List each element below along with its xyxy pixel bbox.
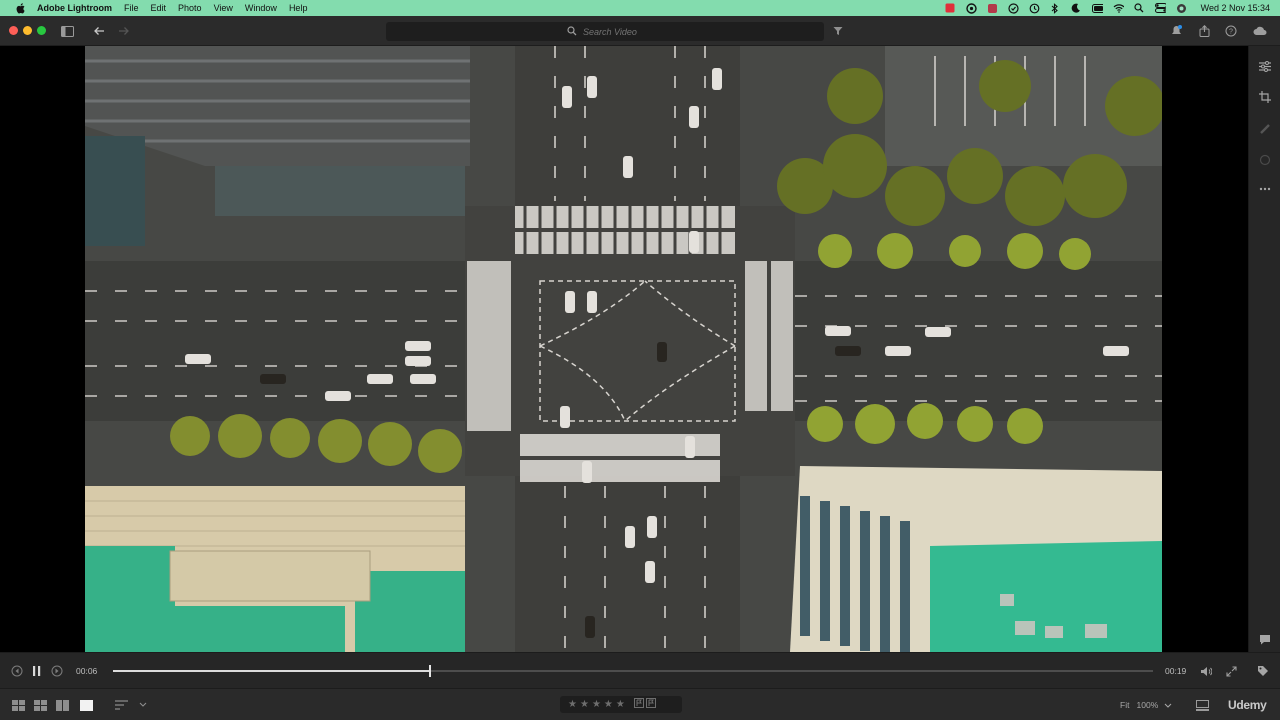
record-icon[interactable]: [945, 3, 956, 14]
menu-edit[interactable]: Edit: [151, 3, 167, 13]
right-panel-strip: [1248, 46, 1280, 652]
star-5[interactable]: ★: [616, 699, 625, 710]
search-field[interactable]: [386, 22, 824, 41]
svg-text:?: ?: [1229, 29, 1233, 36]
star-4[interactable]: ★: [604, 699, 613, 710]
compare-view-icon[interactable]: [56, 699, 69, 711]
creative-cloud-icon[interactable]: [965, 2, 977, 14]
zoom-control[interactable]: Fit 100%: [1120, 700, 1172, 711]
spotlight-search-icon[interactable]: [1134, 3, 1145, 14]
zoom-mode[interactable]: Fit: [1120, 700, 1129, 710]
apple-menu-icon[interactable]: [13, 0, 27, 16]
rewind-icon[interactable]: [11, 665, 23, 677]
udemy-watermark: Udemy: [1228, 698, 1267, 712]
masking-icon[interactable]: [1258, 153, 1272, 167]
tag-icon[interactable]: [1257, 665, 1269, 677]
square-grid-view-icon[interactable]: [12, 699, 25, 711]
help-icon[interactable]: ?: [1223, 23, 1239, 39]
small-grid-view-icon[interactable]: [34, 699, 47, 711]
sort-icon[interactable]: [115, 699, 128, 711]
star-1[interactable]: ★: [568, 699, 577, 710]
do-not-disturb-icon[interactable]: [1071, 3, 1082, 14]
menu-app-name[interactable]: Adobe Lightroom: [37, 3, 112, 13]
menu-extras: Wed 2 Nov 15:34: [945, 0, 1270, 16]
filter-icon[interactable]: [830, 23, 846, 39]
filmstrip-view-icon[interactable]: [1196, 699, 1209, 711]
crop-icon[interactable]: [1258, 90, 1272, 104]
bluetooth-icon[interactable]: [1050, 2, 1061, 14]
current-time: 00:06: [76, 666, 98, 676]
siri-icon[interactable]: [1176, 3, 1187, 14]
star-rating[interactable]: ★ ★ ★ ★ ★: [560, 696, 682, 713]
zoom-chevron-down-icon[interactable]: [1164, 701, 1172, 711]
zoom-level[interactable]: 100%: [1137, 700, 1159, 710]
menubar-clock[interactable]: Wed 2 Nov 15:34: [1201, 3, 1270, 13]
back-arrow-icon[interactable]: [91, 23, 107, 39]
video-playback-bar: 00:06 00:19: [0, 652, 1280, 688]
star-3[interactable]: ★: [592, 699, 601, 710]
flag-reject-icon[interactable]: [645, 698, 656, 711]
aerial-intersection-image: [85, 46, 1162, 652]
vpn-icon[interactable]: [1008, 2, 1019, 14]
search-icon: [567, 23, 577, 41]
comments-icon[interactable]: [1258, 632, 1272, 646]
forward-arrow-icon[interactable]: [116, 23, 132, 39]
window-controls: [9, 26, 46, 35]
star-2[interactable]: ★: [580, 699, 589, 710]
healing-brush-icon[interactable]: [1258, 122, 1272, 136]
flag-controls: [633, 698, 656, 711]
playback-handle[interactable]: [429, 665, 432, 677]
flag-pick-icon[interactable]: [633, 698, 644, 711]
wifi-icon[interactable]: [1113, 3, 1124, 14]
playback-progress-fill: [113, 670, 431, 672]
menu-window[interactable]: Window: [245, 3, 277, 13]
playback-scrubber[interactable]: [113, 665, 1153, 677]
control-center-icon[interactable]: [1154, 3, 1166, 14]
time-machine-icon[interactable]: [1029, 3, 1040, 14]
menu-view[interactable]: View: [214, 3, 233, 13]
macos-menu-bar: Adobe Lightroom File Edit Photo View Win…: [0, 0, 1280, 16]
battery-icon[interactable]: [1091, 3, 1103, 14]
minimize-window-button[interactable]: [23, 26, 32, 35]
video-frame[interactable]: [85, 46, 1162, 652]
share-icon[interactable]: [1196, 23, 1212, 39]
menu-help[interactable]: Help: [289, 3, 308, 13]
cloud-sync-icon[interactable]: [1252, 23, 1268, 39]
menu-photo[interactable]: Photo: [178, 3, 202, 13]
notifications-bell-icon[interactable]: [1168, 23, 1184, 39]
fullscreen-window-button[interactable]: [37, 26, 46, 35]
detail-view-icon[interactable]: [80, 699, 93, 711]
volume-icon[interactable]: [1200, 665, 1212, 677]
play-pause-icon[interactable]: [31, 665, 43, 677]
fast-forward-icon[interactable]: [51, 665, 63, 677]
video-stage: [0, 46, 1248, 652]
sort-chevron-down-icon[interactable]: [136, 699, 149, 711]
close-window-button[interactable]: [9, 26, 18, 35]
puzzle-icon[interactable]: [987, 3, 998, 14]
lightroom-window: Adobe Lightroom File Edit Photo View Win…: [0, 0, 1280, 720]
total-duration: 00:19: [1165, 666, 1187, 676]
app-toolbar: ?: [0, 16, 1280, 46]
edit-sliders-icon[interactable]: [1258, 59, 1272, 73]
expand-fullscreen-icon[interactable]: [1225, 665, 1237, 677]
bottom-toolbar: ★ ★ ★ ★ ★ Fit 100% Udemy: [0, 688, 1280, 720]
search-input[interactable]: [583, 26, 643, 37]
menu-file[interactable]: File: [124, 3, 139, 13]
sidebar-toggle-icon[interactable]: [59, 23, 75, 39]
more-options-icon[interactable]: [1258, 182, 1272, 196]
